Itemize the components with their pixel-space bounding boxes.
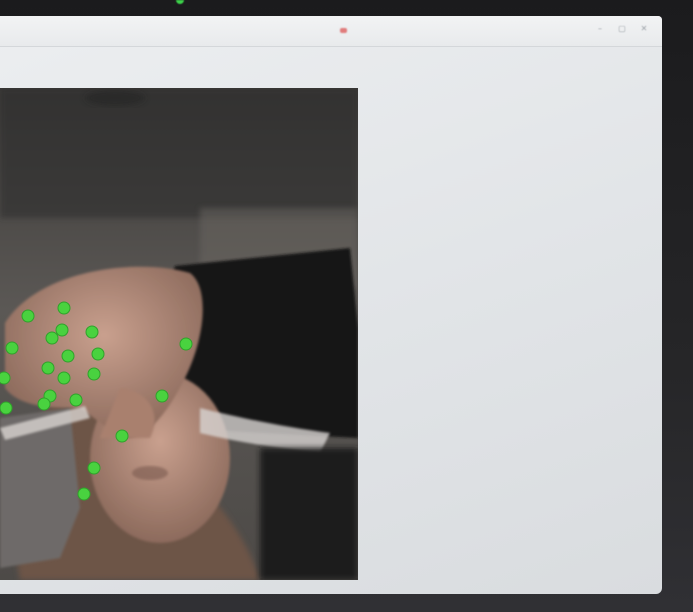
hand-landmark-point bbox=[87, 367, 101, 381]
webcam-indicator-light bbox=[176, 0, 184, 4]
hand-landmark-point bbox=[0, 371, 11, 385]
minimize-button[interactable]: – bbox=[596, 25, 604, 33]
hand-landmark-point bbox=[0, 401, 13, 415]
window-titlebar[interactable]: – ▢ ✕ bbox=[0, 16, 662, 47]
hand-landmark-point bbox=[5, 341, 19, 355]
hand-landmark-point bbox=[91, 347, 105, 361]
hand-landmark-point bbox=[61, 349, 75, 363]
hand-landmark-point bbox=[179, 337, 193, 351]
app-window: – ▢ ✕ bbox=[0, 16, 662, 594]
recording-indicator-icon bbox=[340, 28, 347, 33]
hand-landmark-point bbox=[21, 309, 35, 323]
hand-landmark-point bbox=[57, 301, 71, 315]
hand-landmark-point bbox=[77, 487, 91, 501]
hand-landmark-point bbox=[115, 429, 129, 443]
close-button[interactable]: ✕ bbox=[640, 25, 648, 33]
video-frame bbox=[0, 88, 358, 580]
maximize-button[interactable]: ▢ bbox=[618, 25, 626, 33]
webcam-video-feed bbox=[0, 88, 358, 580]
hand-landmark-point bbox=[87, 461, 101, 475]
hand-landmark-point bbox=[41, 361, 55, 375]
hand-landmark-point bbox=[45, 331, 59, 345]
hand-landmark-point bbox=[85, 325, 99, 339]
hand-landmark-point bbox=[69, 393, 83, 407]
hand-landmark-point bbox=[37, 397, 51, 411]
hand-landmark-point bbox=[155, 389, 169, 403]
hand-landmark-point bbox=[57, 371, 71, 385]
hand-landmark-point bbox=[55, 323, 69, 337]
window-controls: – ▢ ✕ bbox=[596, 25, 648, 33]
